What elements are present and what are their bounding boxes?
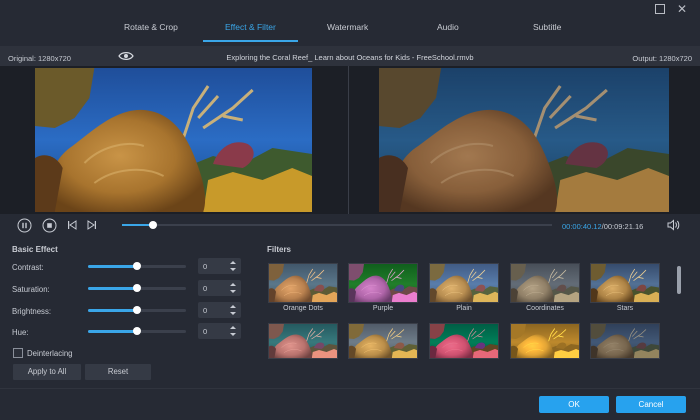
hue-label: Hue: bbox=[12, 328, 29, 337]
deinterlacing-checkbox[interactable] bbox=[13, 348, 23, 358]
contrast-stepper[interactable]: 0 bbox=[198, 258, 241, 274]
contrast-slider-fill bbox=[88, 265, 137, 268]
seek-handle[interactable] bbox=[148, 221, 157, 229]
reset-button[interactable]: Reset bbox=[85, 364, 151, 380]
original-preview bbox=[35, 68, 312, 212]
time-display: 00:00:40.12/00:09:21.16 bbox=[562, 222, 643, 231]
maximize-icon[interactable] bbox=[655, 4, 665, 14]
preview-divider bbox=[348, 66, 349, 214]
output-preview bbox=[379, 68, 669, 212]
brightness-stepper[interactable]: 0 bbox=[198, 302, 241, 318]
hue-slider[interactable] bbox=[88, 327, 186, 335]
tab-subtitle[interactable]: Subtitle bbox=[533, 22, 561, 32]
brightness-slider[interactable] bbox=[88, 306, 186, 314]
tab-audio[interactable]: Audio bbox=[437, 22, 459, 32]
file-title: Exploring the Coral Reef_ Learn about Oc… bbox=[226, 53, 474, 62]
filters-title: Filters bbox=[267, 245, 292, 254]
filter-plain[interactable] bbox=[429, 263, 499, 303]
tab-effect-filter[interactable]: Effect & Filter bbox=[225, 22, 276, 32]
brightness-slider-handle[interactable] bbox=[133, 306, 141, 314]
decrement-icon[interactable] bbox=[230, 268, 236, 271]
close-icon[interactable]: ✕ bbox=[677, 3, 687, 15]
tab-bar: Rotate & Crop Effect & Filter Watermark … bbox=[0, 0, 700, 42]
original-resolution: Original: 1280x720 bbox=[8, 54, 71, 63]
tab-rotate-crop[interactable]: Rotate & Crop bbox=[124, 22, 178, 32]
next-frame-icon[interactable] bbox=[86, 220, 97, 230]
player-controls: 00:00:40.12/00:09:21.16 bbox=[0, 214, 700, 236]
filter-thumbnail[interactable] bbox=[590, 323, 660, 359]
filter-label: Stars bbox=[616, 305, 634, 312]
decrement-icon[interactable] bbox=[230, 312, 236, 315]
volume-icon[interactable] bbox=[667, 219, 680, 231]
total-time: /00:09:21.16 bbox=[601, 222, 644, 231]
saturation-label: Saturation: bbox=[12, 285, 50, 294]
filter-thumbnail[interactable] bbox=[510, 323, 580, 359]
deinterlacing-label: Deinterlacing bbox=[27, 349, 73, 358]
ok-button[interactable]: OK bbox=[539, 396, 609, 413]
filter-orange-dots[interactable] bbox=[268, 263, 338, 303]
increment-icon[interactable] bbox=[230, 326, 236, 329]
brightness-label: Brightness: bbox=[12, 307, 52, 316]
eye-icon[interactable] bbox=[118, 51, 134, 61]
filter-label: Coordinates bbox=[526, 305, 564, 312]
hue-slider-handle[interactable] bbox=[133, 327, 141, 335]
active-tab-indicator bbox=[203, 40, 298, 42]
hue-slider-fill bbox=[88, 330, 137, 333]
saturation-slider[interactable] bbox=[88, 284, 186, 292]
filter-label: Orange Dots bbox=[283, 305, 323, 312]
saturation-slider-fill bbox=[88, 287, 137, 290]
stop-icon[interactable] bbox=[42, 218, 57, 233]
filter-purple[interactable] bbox=[348, 263, 418, 303]
filter-thumbnail[interactable] bbox=[268, 323, 338, 359]
cancel-button[interactable]: Cancel bbox=[616, 396, 686, 413]
contrast-slider[interactable] bbox=[88, 262, 186, 270]
saturation-slider-handle[interactable] bbox=[133, 284, 141, 292]
basic-effect-title: Basic Effect bbox=[12, 245, 58, 254]
brightness-slider-fill bbox=[88, 309, 137, 312]
increment-icon[interactable] bbox=[230, 261, 236, 264]
decrement-icon[interactable] bbox=[230, 333, 236, 336]
tab-watermark[interactable]: Watermark bbox=[327, 22, 368, 32]
current-time: 00:00:40.12 bbox=[562, 222, 602, 231]
seek-bar[interactable] bbox=[122, 221, 552, 229]
filter-label: Purple bbox=[372, 305, 394, 312]
filter-label: Plain bbox=[456, 305, 472, 312]
filter-stars[interactable] bbox=[590, 263, 660, 303]
previous-frame-icon[interactable] bbox=[67, 220, 78, 230]
contrast-label: Contrast: bbox=[12, 263, 44, 272]
filter-coordinates[interactable] bbox=[510, 263, 580, 303]
output-resolution: Output: 1280x720 bbox=[632, 54, 692, 63]
decrement-icon[interactable] bbox=[230, 290, 236, 293]
dialog-footer: OK Cancel bbox=[0, 388, 700, 420]
increment-icon[interactable] bbox=[230, 283, 236, 286]
contrast-value: 0 bbox=[203, 262, 208, 271]
increment-icon[interactable] bbox=[230, 305, 236, 308]
brightness-value: 0 bbox=[203, 306, 208, 315]
filter-thumbnail[interactable] bbox=[429, 323, 499, 359]
filters-scrollbar[interactable] bbox=[677, 266, 681, 294]
info-bar: Original: 1280x720 Exploring the Coral R… bbox=[0, 46, 700, 66]
preview-area bbox=[0, 66, 700, 214]
saturation-stepper[interactable]: 0 bbox=[198, 280, 241, 296]
apply-to-all-button[interactable]: Apply to All bbox=[13, 364, 81, 380]
hue-stepper[interactable]: 0 bbox=[198, 323, 241, 339]
pause-icon[interactable] bbox=[17, 218, 32, 233]
hue-value: 0 bbox=[203, 327, 208, 336]
saturation-value: 0 bbox=[203, 284, 208, 293]
contrast-slider-handle[interactable] bbox=[133, 262, 141, 270]
filter-thumbnail[interactable] bbox=[348, 323, 418, 359]
